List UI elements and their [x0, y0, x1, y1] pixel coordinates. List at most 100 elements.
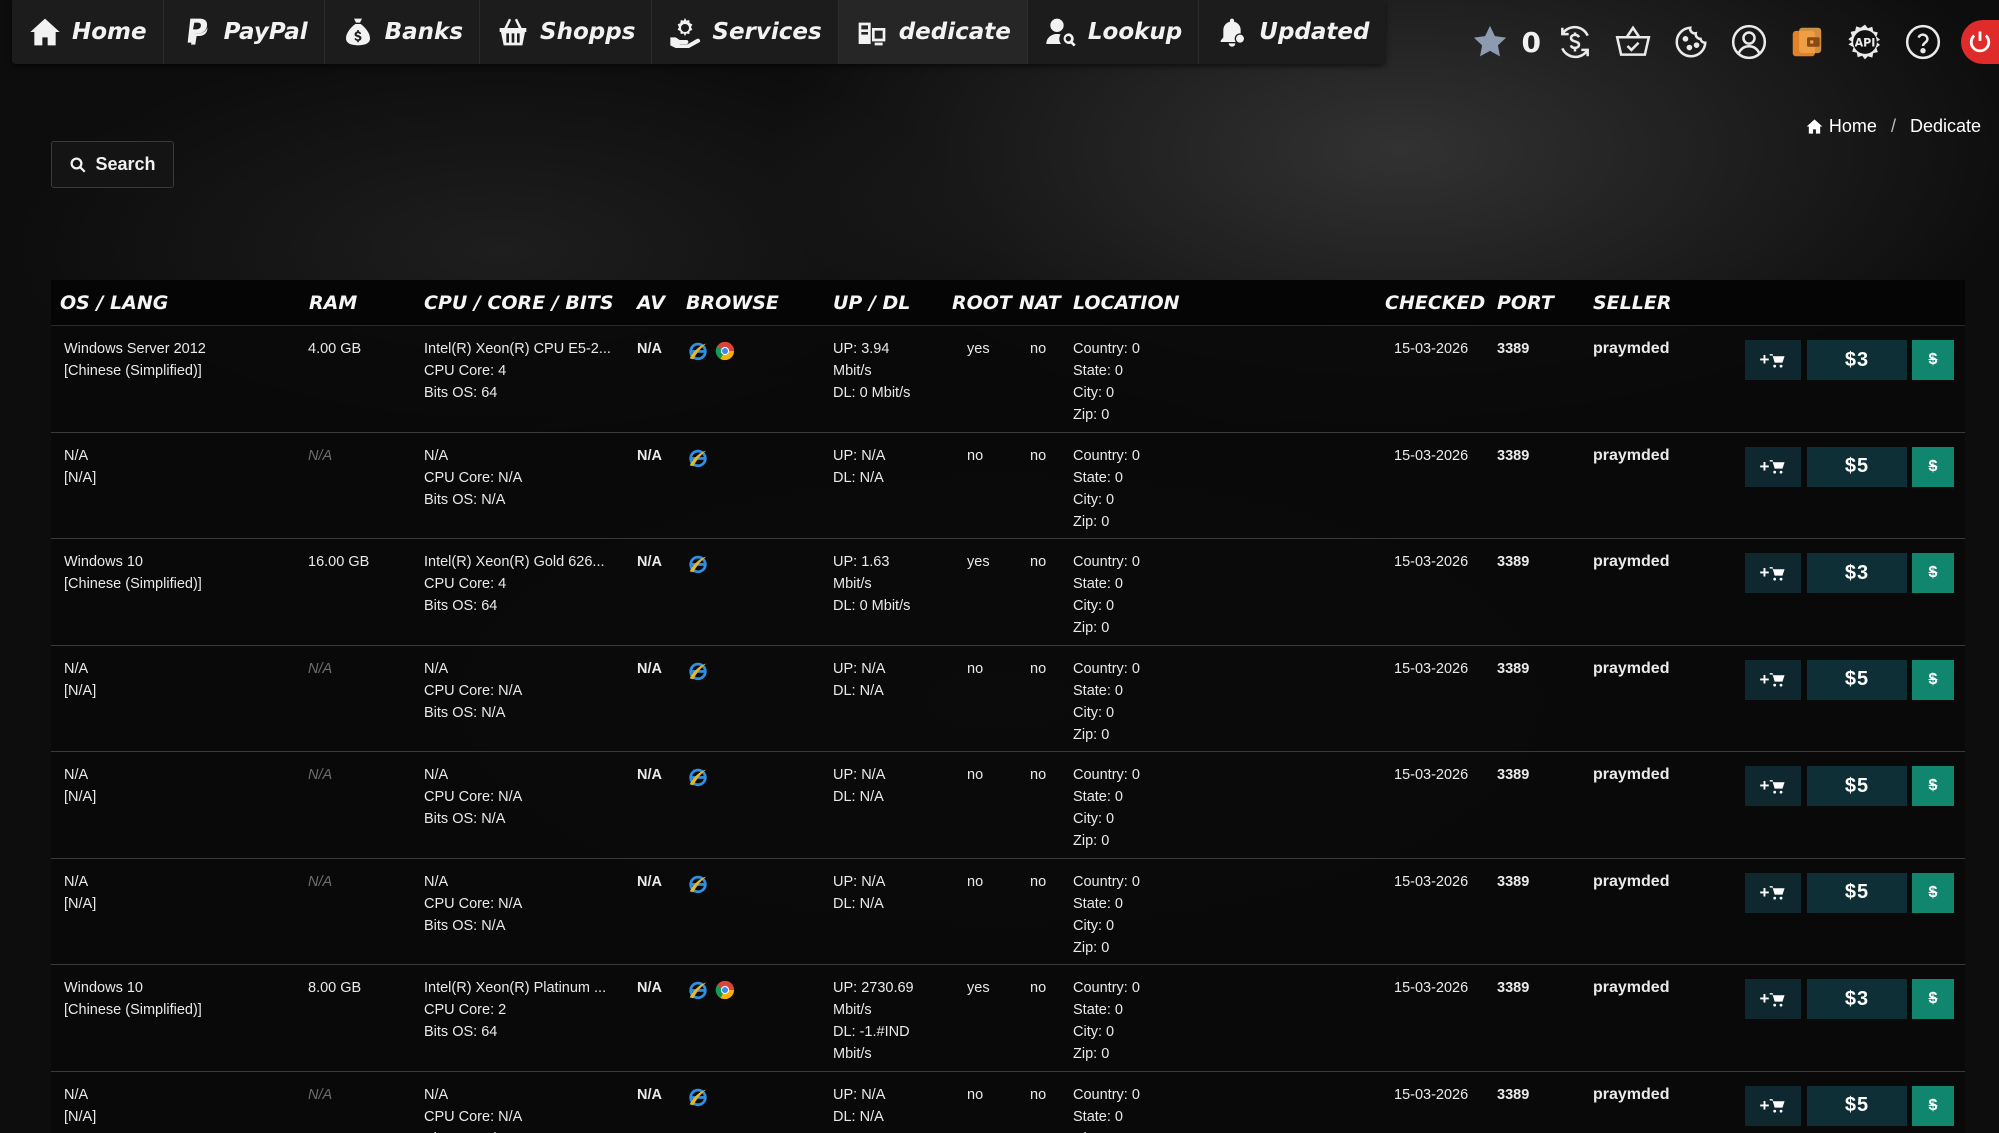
add-to-cart-button[interactable]: +	[1745, 979, 1801, 1019]
cpu-core: CPU Core: N/A	[424, 1108, 523, 1125]
col-os[interactable]: OS / LANG	[60, 292, 168, 314]
nav-services[interactable]: Services	[652, 0, 839, 64]
browse-cell	[687, 660, 709, 682]
seller-cell[interactable]: praymded	[1593, 764, 1669, 786]
nav-lookup[interactable]: Lookup	[1028, 0, 1200, 64]
cart-check-icon[interactable]	[1613, 22, 1653, 62]
col-av[interactable]: AV	[637, 292, 665, 314]
checked-cell: 15-03-2026	[1394, 341, 1469, 357]
cpu-bits: Bits OS: N/A	[424, 704, 506, 721]
star-icon[interactable]	[1470, 22, 1510, 62]
price-button[interactable]: $5	[1807, 659, 1907, 700]
buy-button[interactable]: $	[1912, 340, 1954, 380]
nav-banks[interactable]: Banks	[325, 0, 481, 64]
seller-cell[interactable]: praymded	[1593, 1084, 1669, 1106]
internet-explorer-icon	[689, 662, 707, 680]
cart-icon	[1770, 673, 1786, 687]
price-button[interactable]: $5	[1807, 766, 1907, 806]
table-row: N/A [N/A] N/A N/A CPU Core: N/A Bits OS:…	[51, 645, 1965, 752]
av-cell: N/A	[637, 1086, 662, 1103]
buy-button[interactable]: $	[1912, 446, 1954, 487]
seller-cell[interactable]: praymded	[1593, 338, 1669, 360]
buy-button[interactable]: $	[1912, 1085, 1954, 1126]
add-to-cart-button[interactable]: +	[1745, 340, 1801, 380]
av-cell: N/A	[637, 873, 662, 890]
seller-cell[interactable]: praymded	[1593, 977, 1669, 999]
table-row: Windows Server 2012 [Chinese (Simplified…	[51, 326, 1965, 433]
dollar-refresh-icon[interactable]	[1555, 22, 1595, 62]
updl-line: DL: N/A	[833, 682, 884, 699]
browse-cell	[687, 447, 709, 469]
power-icon[interactable]	[1961, 20, 1999, 64]
buy-button[interactable]: $	[1912, 659, 1954, 700]
nat-cell: no	[1030, 447, 1047, 464]
favorites-count: 0	[1521, 25, 1541, 59]
nav-shopps[interactable]: Shopps	[480, 0, 653, 64]
col-nat[interactable]: NAT	[1019, 292, 1061, 314]
col-port[interactable]: PORT	[1497, 292, 1554, 314]
add-to-cart-button[interactable]: +	[1745, 1085, 1801, 1126]
seller-cell[interactable]: praymded	[1593, 871, 1669, 893]
col-root[interactable]: ROOT	[952, 292, 1012, 314]
os-lang: [N/A]	[64, 682, 97, 699]
location-state: State: 0	[1073, 469, 1123, 486]
help-icon[interactable]	[1903, 22, 1943, 62]
port-cell: 3389	[1497, 341, 1530, 357]
os-lang: [Chinese (Simplified)]	[64, 576, 202, 592]
price-button[interactable]: $5	[1807, 1085, 1907, 1126]
add-to-cart-button[interactable]: +	[1745, 446, 1801, 487]
col-checked[interactable]: CHECKED	[1385, 292, 1485, 314]
add-to-cart-button[interactable]: +	[1745, 872, 1801, 913]
search-icon	[70, 157, 87, 173]
wallet-icon[interactable]	[1787, 22, 1827, 62]
nav-dedicate[interactable]: dedicate	[838, 0, 1028, 64]
col-seller[interactable]: SELLER	[1593, 292, 1672, 314]
buy-button[interactable]: $	[1912, 872, 1954, 913]
updl-line: Mbit/s	[833, 1002, 872, 1018]
av-cell: N/A	[637, 554, 662, 570]
price-button[interactable]: $3	[1807, 340, 1907, 380]
cpu-cell: N/A CPU Core: N/A Bits OS: N/A	[424, 658, 522, 724]
os-cell: Windows Server 2012 [Chinese (Simplified…	[64, 338, 206, 382]
seller-cell[interactable]: praymded	[1593, 551, 1669, 573]
dollar-slash-icon: $	[1928, 457, 1938, 475]
user-circle-icon[interactable]	[1729, 22, 1769, 62]
add-to-cart-button[interactable]: +	[1745, 659, 1801, 700]
nav-home[interactable]: Home	[12, 0, 164, 64]
cpu-bits: Bits OS: 64	[424, 385, 498, 401]
cpu-cell: Intel(R) Xeon(R) Gold 626... CPU Core: 4…	[424, 551, 605, 617]
root-cell: no	[967, 660, 984, 677]
seller-cell[interactable]: praymded	[1593, 445, 1669, 467]
api-icon[interactable]: API	[1845, 22, 1885, 62]
seller-cell[interactable]: praymded	[1593, 658, 1669, 680]
buy-button[interactable]: $	[1912, 553, 1954, 593]
nav-label: PayPal	[223, 19, 308, 45]
add-to-cart-button[interactable]: +	[1745, 553, 1801, 593]
nat-cell: no	[1030, 660, 1047, 677]
checked-cell: 15-03-2026	[1394, 554, 1469, 570]
breadcrumb-current: Dedicate	[1909, 116, 1981, 136]
price-button[interactable]: $3	[1807, 979, 1907, 1019]
main-nav: Home PayPal Banks Shopps Services dedica…	[12, 0, 1386, 64]
updl-line: DL: N/A	[833, 469, 884, 486]
os-cell: N/A [N/A]	[64, 445, 96, 489]
nav-paypal[interactable]: PayPal	[164, 0, 325, 64]
col-browse[interactable]: BROWSE	[686, 292, 779, 314]
cookie-icon[interactable]	[1671, 22, 1711, 62]
col-ram[interactable]: RAM	[309, 292, 357, 314]
breadcrumb-home[interactable]: Home	[1806, 116, 1877, 137]
buy-button[interactable]: $	[1912, 766, 1954, 806]
col-cpu[interactable]: CPU / CORE / BITS	[424, 292, 614, 314]
price-button[interactable]: $3	[1807, 553, 1907, 593]
buy-button[interactable]: $	[1912, 979, 1954, 1019]
price-button[interactable]: $5	[1807, 446, 1907, 487]
cpu-model: N/A	[424, 660, 449, 677]
nav-updated[interactable]: Updated	[1199, 0, 1385, 64]
col-location[interactable]: LOCATION	[1073, 292, 1180, 314]
add-to-cart-button[interactable]: +	[1745, 766, 1801, 806]
price-button[interactable]: $5	[1807, 872, 1907, 913]
av-cell: N/A	[637, 447, 662, 464]
search-button[interactable]: Search	[51, 141, 174, 188]
col-updl[interactable]: UP / DL	[833, 292, 910, 314]
cpu-model: N/A	[424, 873, 449, 890]
